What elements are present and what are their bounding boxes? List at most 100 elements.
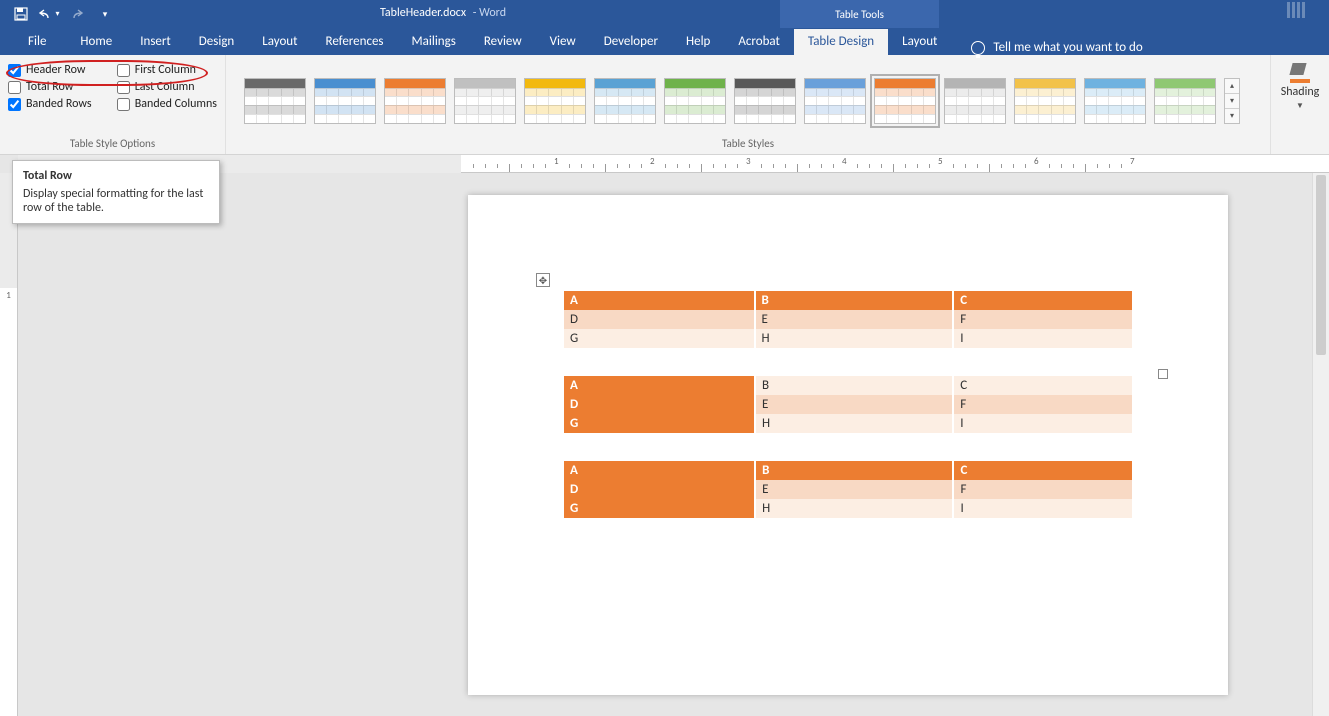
table-cell[interactable]: F	[953, 395, 1132, 414]
document-table[interactable]: ABCDEFGHI	[564, 376, 1132, 433]
checkbox-last-column-input[interactable]	[117, 81, 130, 94]
table-cell[interactable]: C	[953, 291, 1132, 310]
table-cell[interactable]: E	[755, 395, 953, 414]
table-cell[interactable]: H	[755, 499, 953, 518]
checkbox-header-row[interactable]: Header Row	[8, 63, 107, 77]
table-style-thumb[interactable]	[454, 78, 516, 124]
table-row[interactable]: DEF	[564, 480, 1132, 499]
checkbox-first-column-input[interactable]	[117, 64, 130, 77]
tab-acrobat[interactable]: Acrobat	[724, 29, 794, 55]
tab-review[interactable]: Review	[470, 29, 536, 55]
table-cell[interactable]: A	[564, 461, 755, 480]
table-cell[interactable]: F	[953, 480, 1132, 499]
checkbox-banded-rows-input[interactable]	[8, 98, 21, 111]
table-row[interactable]: GHI	[564, 499, 1132, 518]
table-style-thumb[interactable]	[1154, 78, 1216, 124]
table-style-thumb[interactable]	[384, 78, 446, 124]
table-cell[interactable]: B	[755, 461, 953, 480]
tab-insert[interactable]: Insert	[126, 29, 185, 55]
tab-table-layout[interactable]: Layout	[888, 29, 951, 55]
table-cell[interactable]: C	[953, 461, 1132, 480]
gallery-more-button[interactable]: ▴▾▾	[1224, 78, 1240, 124]
tab-help[interactable]: Help	[672, 29, 724, 55]
table-style-thumb[interactable]	[1014, 78, 1076, 124]
redo-icon[interactable]	[64, 1, 90, 27]
scrollbar-thumb[interactable]	[1316, 175, 1326, 355]
save-icon[interactable]	[8, 1, 34, 27]
checkbox-banded-columns[interactable]: Banded Columns	[117, 97, 217, 111]
window-title: TableHeader.docx - Word	[380, 6, 506, 20]
table-styles-gallery[interactable]: ▴▾▾	[234, 61, 1262, 134]
document-area[interactable]: ✥ ABCDEFGHIABCDEFGHIABCDEFGHI	[18, 173, 1312, 716]
table-cell[interactable]: D	[564, 395, 755, 414]
shading-button[interactable]: Shading ▼	[1281, 61, 1320, 111]
qat-customize-icon[interactable]: ▾	[92, 1, 118, 27]
table-cell[interactable]: B	[755, 376, 953, 395]
tab-layout[interactable]: Layout	[248, 29, 311, 55]
table-cell[interactable]: D	[564, 310, 755, 329]
tab-home[interactable]: Home	[66, 29, 126, 55]
table-cell[interactable]: E	[755, 310, 954, 329]
checkbox-last-column[interactable]: Last Column	[117, 80, 217, 94]
table-cell[interactable]: B	[755, 291, 954, 310]
table-row[interactable]: GHI	[564, 329, 1132, 348]
ribbon: Header Row First Column Total Row Last C…	[0, 55, 1329, 155]
tab-mailings[interactable]: Mailings	[398, 29, 470, 55]
table-style-thumb[interactable]	[314, 78, 376, 124]
checkbox-total-row-input[interactable]	[8, 81, 21, 94]
table-style-thumb[interactable]	[244, 78, 306, 124]
table-row[interactable]: GHI	[564, 414, 1132, 433]
table-style-thumb[interactable]	[524, 78, 586, 124]
group-shading: Shading ▼	[1271, 55, 1329, 154]
tab-table-design[interactable]: Table Design	[794, 29, 888, 55]
table-cell[interactable]: A	[564, 376, 755, 395]
table-cell[interactable]: A	[564, 291, 755, 310]
table-cell[interactable]: C	[953, 376, 1132, 395]
table-cell[interactable]: D	[564, 480, 755, 499]
document-table[interactable]: ABCDEFGHI	[564, 291, 1132, 348]
document-table[interactable]: ABCDEFGHI	[564, 461, 1132, 518]
tab-file[interactable]: File	[14, 29, 60, 55]
undo-icon[interactable]: ▾	[36, 1, 62, 27]
checkbox-banded-columns-label: Banded Columns	[135, 97, 217, 111]
checkbox-banded-columns-input[interactable]	[117, 98, 130, 111]
table-cell[interactable]: I	[953, 329, 1132, 348]
checkbox-first-column[interactable]: First Column	[117, 63, 217, 77]
table-cell[interactable]: G	[564, 499, 755, 518]
vertical-scrollbar[interactable]	[1312, 173, 1329, 716]
tab-references[interactable]: References	[312, 29, 398, 55]
table-resize-handle[interactable]	[1158, 369, 1168, 379]
table-cell[interactable]: I	[953, 414, 1132, 433]
table-row[interactable]: DEF	[564, 310, 1132, 329]
checkbox-first-column-label: First Column	[135, 63, 196, 77]
table-style-thumb[interactable]	[1084, 78, 1146, 124]
contextual-tab-label: Table Tools	[780, 0, 939, 28]
table-cell[interactable]: G	[564, 329, 755, 348]
table-style-thumb[interactable]	[664, 78, 726, 124]
table-row[interactable]: ABC	[564, 291, 1132, 310]
table-style-thumb[interactable]	[944, 78, 1006, 124]
table-style-thumb[interactable]	[734, 78, 796, 124]
checkbox-total-row[interactable]: Total Row	[8, 80, 107, 94]
table-cell[interactable]: H	[755, 414, 953, 433]
table-style-thumb[interactable]	[594, 78, 656, 124]
table-cell[interactable]: E	[755, 480, 953, 499]
table-row[interactable]: ABC	[564, 376, 1132, 395]
table-row[interactable]: DEF	[564, 395, 1132, 414]
table-cell[interactable]: F	[953, 310, 1132, 329]
tab-view[interactable]: View	[536, 29, 590, 55]
tell-me-search[interactable]: Tell me what you want to do	[971, 40, 1142, 55]
checkbox-header-row-input[interactable]	[8, 64, 21, 77]
table-cell[interactable]: I	[953, 499, 1132, 518]
tab-developer[interactable]: Developer	[590, 29, 672, 55]
table-move-handle-icon[interactable]: ✥	[536, 273, 550, 287]
table-row[interactable]: ABC	[564, 461, 1132, 480]
tooltip-title: Total Row	[23, 169, 209, 183]
table-style-thumb[interactable]	[874, 78, 936, 124]
table-cell[interactable]: G	[564, 414, 755, 433]
table-style-thumb[interactable]	[804, 78, 866, 124]
table-cell[interactable]: H	[755, 329, 954, 348]
vertical-ruler[interactable]: 1	[0, 173, 18, 716]
tab-design[interactable]: Design	[185, 29, 248, 55]
checkbox-banded-rows[interactable]: Banded Rows	[8, 97, 107, 111]
